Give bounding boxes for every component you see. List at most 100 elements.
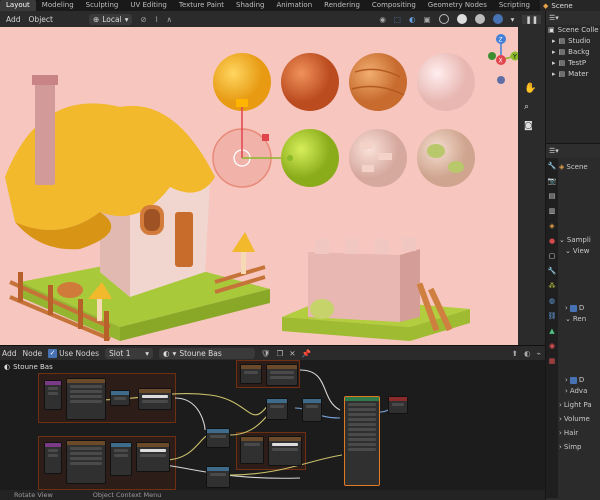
expand-icon[interactable]: ▸ <box>552 47 556 58</box>
fake-user-icon[interactable]: 🛡 <box>261 349 271 358</box>
collection-icon[interactable]: ▢ <box>546 248 558 263</box>
node-menu[interactable]: Node <box>23 349 43 358</box>
particles-icon[interactable]: ⁂ <box>546 278 558 293</box>
outliner-item-background[interactable]: ▸ ▤ Backg <box>546 47 600 58</box>
outliner-item-testp[interactable]: ▸ ▤ TestP <box>546 58 600 69</box>
panel-denoise-viewport[interactable]: › D <box>559 303 600 314</box>
pause-icon[interactable]: ❚❚ <box>522 14 541 24</box>
tab-sculpting[interactable]: Sculpting <box>80 0 125 11</box>
xray-icon[interactable]: ▣ <box>424 15 431 24</box>
close-icon[interactable]: ✕ <box>289 349 295 358</box>
expand-icon[interactable]: ▸ <box>552 36 556 47</box>
3d-viewport[interactable]: Z Y X <box>0 27 518 345</box>
add-menu[interactable]: Add <box>6 15 21 24</box>
panel-render[interactable]: ⌄ Ren <box>559 314 600 325</box>
tab-scripting[interactable]: Scripting <box>493 0 536 11</box>
shading-solid-icon[interactable] <box>456 14 467 24</box>
checkbox-icon[interactable]: ✓ <box>48 348 58 358</box>
panel-sampling[interactable]: ⌄ Sampli <box>559 235 600 246</box>
panel-viewport[interactable]: ⌄ View <box>559 246 600 257</box>
slot-dropdown[interactable]: Slot 1 ▾ <box>105 347 153 359</box>
overlay-icon[interactable]: ◐ <box>524 349 531 358</box>
tab-geometry-nodes[interactable]: Geometry Nodes <box>422 0 493 11</box>
render-icon[interactable]: 📷 <box>546 173 558 188</box>
tab-shading[interactable]: Shading <box>230 0 270 11</box>
shading-rendered-icon[interactable] <box>492 14 503 24</box>
material-selector[interactable]: ◐ ▾ Stoune Bas <box>159 347 255 359</box>
material-icon[interactable]: ◉ <box>546 338 558 353</box>
node[interactable] <box>66 378 106 420</box>
output-icon[interactable]: ▤ <box>546 188 558 203</box>
tab-uv-editing[interactable]: UV Editing <box>124 0 173 11</box>
node[interactable] <box>110 390 130 406</box>
overlay-icon[interactable]: ◐ <box>409 15 416 24</box>
texture-icon[interactable]: ▦ <box>546 353 558 368</box>
navigation-gizmo[interactable]: Z Y X <box>485 32 518 112</box>
shading-material-icon[interactable] <box>474 14 485 24</box>
object-menu[interactable]: Object <box>29 15 53 24</box>
visibility-icon[interactable]: ◉ <box>379 15 386 24</box>
scene-selector[interactable]: ◆ Scene <box>540 0 600 11</box>
zoom-icon[interactable]: ⌕ <box>524 102 529 112</box>
shading-options-icon[interactable]: ▾ <box>511 15 515 24</box>
data-icon[interactable]: ▲ <box>546 323 558 338</box>
camera-icon[interactable]: ◙ <box>524 121 533 131</box>
material-output-node[interactable] <box>388 396 408 414</box>
expand-icon[interactable]: ▸ <box>552 69 556 80</box>
world-icon[interactable]: ● <box>546 233 558 248</box>
transform-orientation-dropdown[interactable]: ⊕ Local ▾ <box>88 13 133 25</box>
panel-hair[interactable]: › Hair <box>559 428 600 439</box>
panel-light-paths[interactable]: › Light Pa <box>559 400 600 411</box>
duplicate-icon[interactable]: ❐ <box>277 349 284 358</box>
node[interactable] <box>110 442 132 476</box>
outliner-item-scene-collection[interactable]: ▣ Scene Colle <box>546 25 600 36</box>
pivot-icon[interactable]: ⊘ <box>140 15 146 24</box>
node[interactable] <box>206 466 230 488</box>
editor-type-icon[interactable]: ☰▾ <box>549 147 559 155</box>
tab-texture-paint[interactable]: Texture Paint <box>173 0 230 11</box>
node[interactable] <box>266 364 298 386</box>
panel-advanced[interactable]: › Adva <box>559 386 600 397</box>
tab-layout[interactable]: Layout <box>0 0 36 11</box>
node-editor[interactable]: ◐ Stoune Bas <box>0 360 545 490</box>
parent-node-icon[interactable]: ⬆ <box>512 349 518 358</box>
scene-icon[interactable]: ◈ <box>546 218 558 233</box>
node[interactable] <box>240 436 264 464</box>
tab-rendering[interactable]: Rendering <box>318 0 366 11</box>
use-nodes-toggle[interactable]: ✓ Use Nodes <box>48 348 99 358</box>
outliner-item-studio[interactable]: ▸ ▤ Studio <box>546 36 600 47</box>
node[interactable] <box>240 364 262 384</box>
outliner-item-materials[interactable]: ▸ ▤ Mater <box>546 69 600 80</box>
view-layer-icon[interactable]: ▥ <box>546 203 558 218</box>
node[interactable] <box>206 428 230 448</box>
node[interactable] <box>268 436 302 466</box>
editor-type-icon[interactable]: ☰▾ <box>549 13 559 24</box>
shading-wire-icon[interactable] <box>438 14 449 24</box>
add-menu[interactable]: Add <box>2 349 17 358</box>
node[interactable] <box>136 442 170 472</box>
proportional-icon[interactable]: ∧ <box>166 15 172 24</box>
tool-icon[interactable]: 🔧 <box>546 158 558 173</box>
node[interactable] <box>44 380 62 410</box>
hand-icon[interactable]: ✋ <box>524 83 536 94</box>
panel-simplify[interactable]: › Simp <box>559 442 600 453</box>
expand-icon[interactable]: ▸ <box>552 58 556 69</box>
tab-modeling[interactable]: Modeling <box>36 0 80 11</box>
modifier-icon[interactable]: 🔧 <box>546 263 558 278</box>
gizmo-toggle-icon[interactable]: ⬚ <box>394 15 401 24</box>
constraints-icon[interactable]: ⛓ <box>546 308 558 323</box>
snap-icon[interactable]: ⌁ <box>536 349 541 358</box>
pin-icon[interactable]: 📌 <box>302 349 311 358</box>
node[interactable] <box>302 398 322 422</box>
node[interactable] <box>66 440 106 484</box>
principled-bsdf-node[interactable] <box>344 396 380 486</box>
node[interactable] <box>138 388 172 410</box>
snap-icon[interactable]: ⌇ <box>155 15 159 24</box>
checkbox-icon[interactable] <box>569 377 577 384</box>
physics-icon[interactable]: ◍ <box>546 293 558 308</box>
node[interactable] <box>266 398 288 420</box>
panel-denoise-render[interactable]: › D <box>559 375 600 386</box>
tab-animation[interactable]: Animation <box>270 0 318 11</box>
node[interactable] <box>44 442 62 474</box>
checkbox-icon[interactable] <box>569 305 577 312</box>
